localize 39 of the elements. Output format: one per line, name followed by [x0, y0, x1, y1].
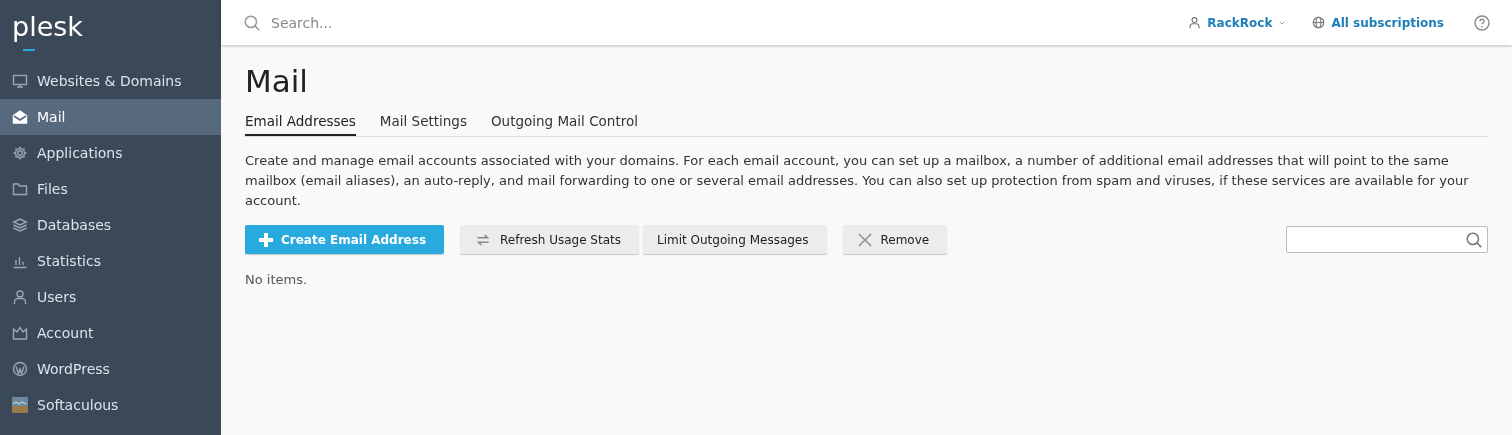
close-icon	[856, 231, 873, 248]
sidebar-item[interactable]: Statistics	[0, 243, 221, 279]
sidebar-item[interactable]: Mail	[0, 99, 221, 135]
monitor-icon	[12, 73, 28, 89]
search-icon	[243, 13, 261, 32]
search-field[interactable]: Search...	[269, 13, 573, 32]
crown-icon	[12, 325, 28, 341]
layers-icon	[12, 217, 28, 233]
app-logo-icon	[12, 397, 28, 413]
wordpress-icon	[12, 361, 28, 377]
sidebar-item[interactable]: Account	[0, 315, 221, 351]
globe-icon	[1312, 16, 1326, 29]
toolbar-button[interactable]: Refresh Usage Stats	[460, 225, 639, 254]
tab[interactable]: Outgoing Mail Control	[490, 113, 638, 136]
sidebar-item[interactable]: Databases	[0, 207, 221, 243]
sidebar-item[interactable]: Users	[0, 279, 221, 315]
filter-field[interactable]	[1286, 226, 1488, 253]
sidebar-item[interactable]: Applications	[0, 135, 221, 171]
subscriptions-link[interactable]: All subscriptions	[1312, 15, 1444, 30]
sidebar-item[interactable]: Websites & Domains	[0, 63, 221, 99]
user-menu[interactable]: RackRock	[1188, 15, 1287, 30]
search-icon	[1465, 230, 1483, 249]
toolbar-button[interactable]: Limit Outgoing Messages	[643, 225, 827, 254]
page-title: Mail	[245, 63, 309, 99]
description: Create and manage email accounts associated with your domains. For each email account, you can set up a mailbox, a number of additional email addresses that will point to the same mailbox (email aliases), an auto-reply, and mail forwarding to one or several email addresses. You can also set up protection from spam and viruses, if these services are available for your account.	[245, 152, 1470, 210]
help-icon	[1474, 14, 1490, 31]
sidebar-item[interactable]: WordPress	[0, 351, 221, 387]
gear-icon	[12, 145, 28, 161]
user-icon	[12, 289, 28, 305]
tab[interactable]: Mail Settings	[379, 113, 467, 136]
folder-icon	[12, 181, 28, 197]
envelope-icon	[12, 109, 28, 125]
sidebar-item[interactable]: Softaculous	[0, 387, 221, 423]
tab[interactable]: Email Addresses	[245, 113, 356, 136]
toolbar-button[interactable]: Remove	[842, 225, 948, 254]
user-icon	[1188, 16, 1202, 29]
plus-icon	[259, 232, 273, 247]
empty-message: No items.	[245, 272, 309, 287]
sidebar-item[interactable]: Files	[0, 171, 221, 207]
